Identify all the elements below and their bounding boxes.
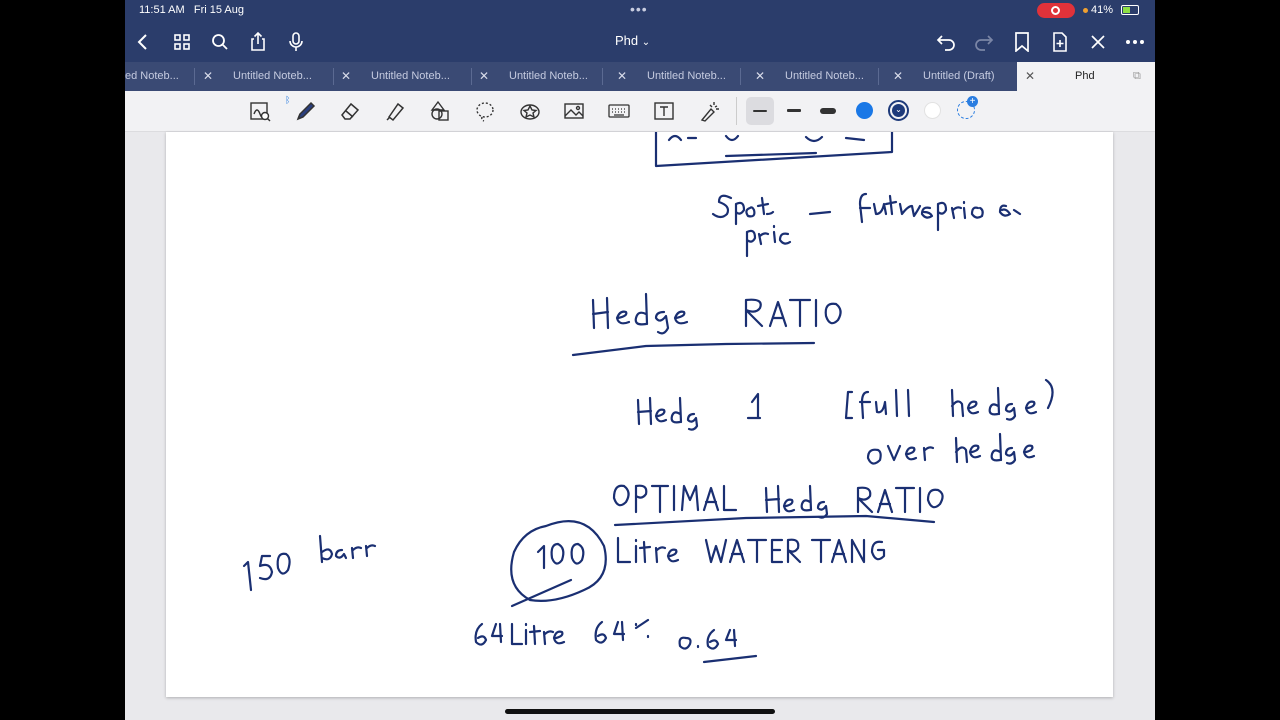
more-options-icon[interactable] [1123, 30, 1147, 54]
handwriting-hedge-1-full-hedge [636, 378, 1054, 465]
close-tab-icon[interactable]: ✕ [341, 62, 351, 91]
battery-percent: 41% [1091, 4, 1114, 16]
keyboard-tool-icon[interactable] [607, 99, 631, 123]
boxed-heading-stroke [654, 132, 894, 168]
zoom-window-icon[interactable] [248, 99, 272, 123]
screen-recording-icon[interactable] [1037, 3, 1075, 18]
battery-icon [1121, 5, 1139, 15]
sticker-tool-icon[interactable] [518, 99, 542, 123]
undo-icon[interactable] [934, 30, 958, 54]
text-box-tool-icon[interactable] [652, 99, 676, 123]
notebook-canvas[interactable] [125, 132, 1155, 720]
stroke-width-thick[interactable] [814, 97, 842, 125]
tab-notebook-1[interactable]: ed Noteb... [125, 62, 195, 91]
lasso-tool-icon[interactable] [473, 99, 497, 123]
pen-tool-icon[interactable] [293, 99, 317, 123]
stroke-width-medium[interactable] [780, 97, 808, 125]
handwriting-optimal-hedge-ratio [612, 484, 944, 527]
charging-indicator-icon [1083, 8, 1088, 13]
status-bar: 11:51 AM Fri 15 Aug ••• 41% [125, 0, 1155, 22]
tab-notebook-3[interactable]: ✕ Untitled Noteb... [333, 62, 471, 91]
share-icon[interactable] [246, 30, 270, 54]
add-page-icon[interactable] [1048, 30, 1072, 54]
microphone-icon[interactable] [284, 30, 308, 54]
color-swatch-white[interactable] [924, 102, 941, 119]
tab-untitled-draft[interactable]: ✕ Untitled (Draft) [885, 62, 1023, 91]
highlighter-tool-icon[interactable] [383, 99, 407, 123]
color-swatch-blue[interactable] [856, 102, 873, 119]
tab-phd[interactable]: ✕ Phd ⧉ [1017, 62, 1155, 91]
navigation-bar: Phd ⌄ [125, 22, 1155, 62]
handwriting-100-litre-water-tank [510, 520, 886, 608]
drawing-toolbar: ᛒ ⌄ + [125, 91, 1155, 132]
notebook-page[interactable] [166, 132, 1113, 697]
bookmark-icon[interactable] [1010, 30, 1034, 54]
tab-notebook-6[interactable]: ✕ Untitled Noteb... [747, 62, 885, 91]
eraser-tool-icon[interactable] [338, 99, 362, 123]
back-chevron-icon[interactable] [131, 30, 155, 54]
color-swatch-navy-selected[interactable]: ⌄ [888, 100, 909, 121]
close-tab-icon[interactable]: ✕ [893, 62, 903, 91]
close-tab-icon[interactable]: ✕ [617, 62, 627, 91]
search-icon[interactable] [208, 30, 232, 54]
tab-notebook-5[interactable]: ✕ Untitled Noteb... [609, 62, 747, 91]
shapes-tool-icon[interactable] [428, 99, 452, 123]
bluetooth-icon: ᛒ [285, 95, 291, 105]
status-time: 11:51 AM Fri 15 Aug [139, 4, 244, 16]
tab-notebook-2[interactable]: ✕ Untitled Noteb... [195, 62, 333, 91]
tab-bar: ed Noteb... ✕ Untitled Noteb... ✕ Untitl… [125, 62, 1155, 91]
handwritten-notes [242, 132, 1054, 664]
close-tab-icon[interactable]: ✕ [479, 62, 489, 91]
document-title[interactable]: Phd ⌄ [615, 33, 650, 48]
home-indicator[interactable] [505, 709, 775, 714]
split-view-icon[interactable]: ⧉ [1133, 62, 1141, 91]
redo-icon[interactable] [972, 30, 996, 54]
laser-pointer-icon[interactable] [697, 99, 721, 123]
close-tab-icon[interactable]: ✕ [755, 62, 765, 91]
handwriting-hedge-ratio [571, 292, 842, 357]
tab-notebook-4[interactable]: ✕ Untitled Noteb... [471, 62, 609, 91]
handwriting-64-litre-64-percent [474, 618, 758, 664]
multitasking-dots-icon[interactable]: ••• [630, 1, 648, 17]
close-tab-icon[interactable]: ✕ [1025, 62, 1035, 91]
grid-view-icon[interactable] [170, 30, 194, 54]
handwriting-spot-future-price [711, 192, 1022, 258]
stroke-width-thin[interactable] [746, 97, 774, 125]
image-tool-icon[interactable] [562, 99, 586, 123]
add-color-icon[interactable]: + [957, 96, 978, 119]
close-toolbar-icon[interactable] [1086, 30, 1110, 54]
ipad-screen: 11:51 AM Fri 15 Aug ••• 41% Phd ⌄ ed Not… [125, 0, 1155, 720]
handwriting-150-barrel [242, 534, 377, 592]
toolbar-divider [736, 97, 737, 125]
close-tab-icon[interactable]: ✕ [203, 62, 213, 91]
